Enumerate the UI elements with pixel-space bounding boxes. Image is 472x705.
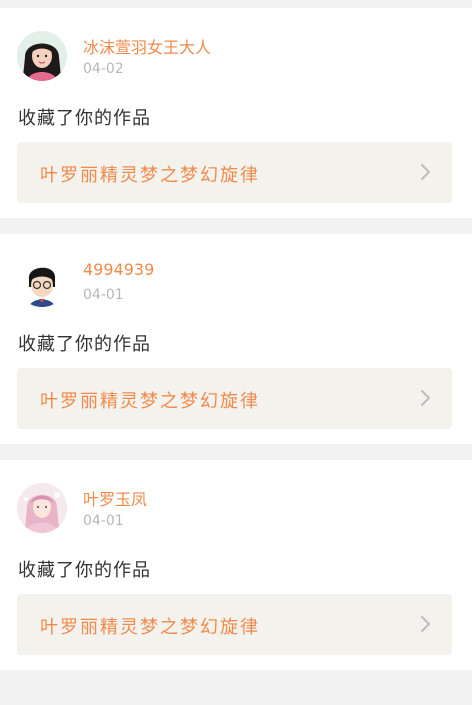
work-title: 叶罗丽精灵梦之梦幻旋律 (40, 391, 260, 412)
notification-card: 叶罗玉凤 04-01 收藏了你的作品 叶罗丽精灵梦之梦幻旋律 (0, 460, 472, 670)
user-name[interactable]: 冰沫萱羽女王大人 (83, 34, 211, 58)
cartoon-boy-avatar-icon (17, 257, 67, 307)
notification-card: 冰沫萱羽女王大人 04-02 收藏了你的作品 叶罗丽精灵梦之梦幻旋律 (0, 8, 472, 218)
work-link[interactable]: 叶罗丽精灵梦之梦幻旋律 (17, 368, 452, 429)
user-name[interactable]: 叶罗玉凤 (83, 486, 147, 510)
user-avatar[interactable] (17, 257, 67, 307)
user-name[interactable]: 4994939 (83, 260, 154, 279)
notification-action-text: 收藏了你的作品 (18, 334, 151, 355)
work-link[interactable]: 叶罗丽精灵梦之梦幻旋律 (17, 142, 452, 203)
notification-date: 04-01 (83, 513, 124, 529)
chevron-right-icon (418, 162, 434, 182)
notification-date: 04-02 (83, 61, 124, 77)
work-link[interactable]: 叶罗丽精灵梦之梦幻旋律 (17, 594, 452, 655)
notification-card: 4994939 04-01 收藏了你的作品 叶罗丽精灵梦之梦幻旋律 (0, 234, 472, 444)
user-avatar[interactable] (17, 483, 67, 533)
work-title: 叶罗丽精灵梦之梦幻旋律 (40, 165, 260, 186)
work-title: 叶罗丽精灵梦之梦幻旋律 (40, 617, 260, 638)
chevron-right-icon (418, 388, 434, 408)
notification-action-text: 收藏了你的作品 (18, 560, 151, 581)
girl-avatar-icon (17, 31, 67, 81)
chevron-right-icon (418, 614, 434, 634)
notification-date: 04-01 (83, 287, 124, 303)
user-avatar[interactable] (17, 31, 67, 81)
notification-feed: 冰沫萱羽女王大人 04-02 收藏了你的作品 叶罗丽精灵梦之梦幻旋律 49949… (0, 0, 472, 705)
notification-action-text: 收藏了你的作品 (18, 108, 151, 129)
anime-fairy-avatar-icon (17, 483, 67, 533)
